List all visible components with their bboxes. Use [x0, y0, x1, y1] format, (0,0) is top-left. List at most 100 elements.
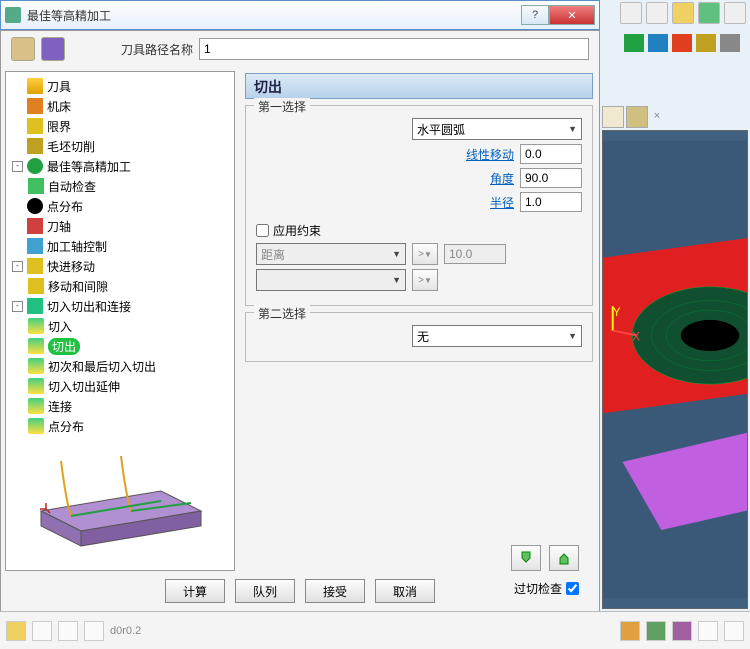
app-tool-3[interactable]	[672, 2, 694, 24]
tree-ext[interactable]: 切入切出延伸	[10, 376, 230, 396]
copy-down-button[interactable]	[511, 545, 541, 571]
leadout-icon	[28, 338, 44, 354]
panel-header: 切出	[245, 73, 593, 99]
ctrl-icon	[27, 238, 43, 254]
bottom-toolbar: d0r0.2	[0, 611, 750, 649]
gap-icon	[28, 278, 44, 294]
links-icon	[28, 398, 44, 414]
toolpath-name-input[interactable]	[199, 38, 589, 60]
tree-firstlast[interactable]: 初次和最后切入切出	[10, 356, 230, 376]
strip-icon-4[interactable]	[696, 34, 716, 52]
app-tool-4[interactable]	[698, 2, 720, 24]
tree-leads[interactable]: -切入切出和连接	[10, 296, 230, 316]
dialog-title: 最佳等高精加工	[27, 7, 521, 24]
btool-7[interactable]	[672, 621, 692, 641]
toolpath-icon-2[interactable]	[41, 37, 65, 61]
close-button[interactable]: ✕	[549, 5, 595, 25]
machine-icon	[27, 98, 43, 114]
collapse-icon[interactable]: -	[12, 161, 23, 172]
linear-input[interactable]	[520, 144, 582, 164]
tree-autocheck[interactable]: 自动检查	[10, 176, 230, 196]
copy-up-button[interactable]	[549, 545, 579, 571]
strip-icon-2[interactable]	[648, 34, 668, 52]
leads-icon	[27, 298, 43, 314]
chevron-down-icon: ▼	[392, 275, 401, 285]
view-tab-2[interactable]	[626, 106, 648, 128]
chevron-down-icon: ▼	[392, 249, 401, 259]
strip-icon-3[interactable]	[672, 34, 692, 52]
collapse-icon[interactable]: -	[12, 301, 23, 312]
distance-input	[444, 244, 506, 264]
blank-icon	[27, 138, 43, 154]
group1-legend: 第一选择	[254, 98, 310, 115]
tree-axis[interactable]: 刀轴	[10, 216, 230, 236]
dialog-body: 刀具路径名称 刀具 机床 限界 毛坯切削 -最佳等高精加工 自动检查 点分布 刀…	[0, 30, 600, 612]
type2-combo[interactable]: 无▼	[412, 325, 582, 347]
btool-4[interactable]	[84, 621, 104, 641]
ext-icon	[28, 378, 44, 394]
strip-icon-1[interactable]	[624, 34, 644, 52]
tree-rapid[interactable]: -快进移动	[10, 256, 230, 276]
btool-9[interactable]	[724, 621, 744, 641]
preview-image	[11, 431, 221, 551]
app-tool-2[interactable]	[646, 2, 668, 24]
tree-links[interactable]: 连接	[10, 396, 230, 416]
linear-link[interactable]: 线性移动	[466, 146, 514, 163]
angle-link[interactable]: 角度	[490, 170, 514, 187]
toolpath-name-label: 刀具路径名称	[121, 41, 193, 58]
btool-1[interactable]	[6, 621, 26, 641]
tree-machine[interactable]: 机床	[10, 96, 230, 116]
btool-8[interactable]	[698, 621, 718, 641]
op-button-2: >▼	[412, 269, 438, 291]
help-button[interactable]: ?	[521, 5, 549, 25]
tree-blank[interactable]: 毛坯切削	[10, 136, 230, 156]
toolpath-icon-1[interactable]	[11, 37, 35, 61]
btool-3[interactable]	[58, 621, 78, 641]
firstlast-icon	[28, 358, 44, 374]
group2-legend: 第二选择	[254, 305, 310, 322]
tree-strategy[interactable]: -最佳等高精加工	[10, 156, 230, 176]
queue-button[interactable]: 队列	[235, 579, 295, 603]
view-tab-1[interactable]	[602, 106, 624, 128]
chevron-down-icon: ▼	[568, 331, 577, 341]
tree-leadin[interactable]: 切入	[10, 316, 230, 336]
tree-axisctrl[interactable]: 加工轴控制	[10, 236, 230, 256]
3d-viewport[interactable]: Y X	[602, 130, 748, 609]
tree-leadout[interactable]: 切出	[10, 336, 230, 356]
btool-6[interactable]	[646, 621, 666, 641]
strip-icon-5[interactable]	[720, 34, 740, 52]
tree-tool[interactable]: 刀具	[10, 76, 230, 96]
tree-gap[interactable]: 移动和间隙	[10, 276, 230, 296]
type-combo[interactable]: 水平圆弧▼	[412, 118, 582, 140]
apply-constraint-check[interactable]: 应用约束	[256, 222, 321, 239]
op-button-1: >▼	[412, 243, 438, 265]
second-choice-group: 第二选择 无▼	[245, 312, 593, 362]
btool-5[interactable]	[620, 621, 640, 641]
axis-icon	[27, 218, 43, 234]
view-close-icon[interactable]: ×	[650, 110, 664, 124]
app-tool-1[interactable]	[620, 2, 642, 24]
svg-text:X: X	[632, 330, 640, 343]
calculate-button[interactable]: 计算	[165, 579, 225, 603]
first-choice-group: 第一选择 水平圆弧▼ 线性移动 角度 半径	[245, 105, 593, 306]
strategy-icon	[27, 158, 43, 174]
collapse-icon[interactable]: -	[12, 261, 23, 272]
rapid-icon	[27, 258, 43, 274]
accept-button[interactable]: 接受	[305, 579, 365, 603]
apply-constraint-checkbox[interactable]	[256, 224, 269, 237]
svg-text:Y: Y	[613, 306, 621, 319]
radius-link[interactable]: 半径	[490, 194, 514, 211]
limit-icon	[27, 118, 43, 134]
pt-icon	[27, 198, 43, 214]
cancel-button[interactable]: 取消	[375, 579, 435, 603]
btool-2[interactable]	[32, 621, 52, 641]
auto-icon	[28, 178, 44, 194]
radius-input[interactable]	[520, 192, 582, 212]
tree-limit[interactable]: 限界	[10, 116, 230, 136]
dialog-icon	[5, 7, 21, 23]
angle-input[interactable]	[520, 168, 582, 188]
tree-ptdist[interactable]: 点分布	[10, 196, 230, 216]
leadin-icon	[28, 318, 44, 334]
app-tool-5[interactable]	[724, 2, 746, 24]
status-text: d0r0.2	[110, 625, 141, 637]
